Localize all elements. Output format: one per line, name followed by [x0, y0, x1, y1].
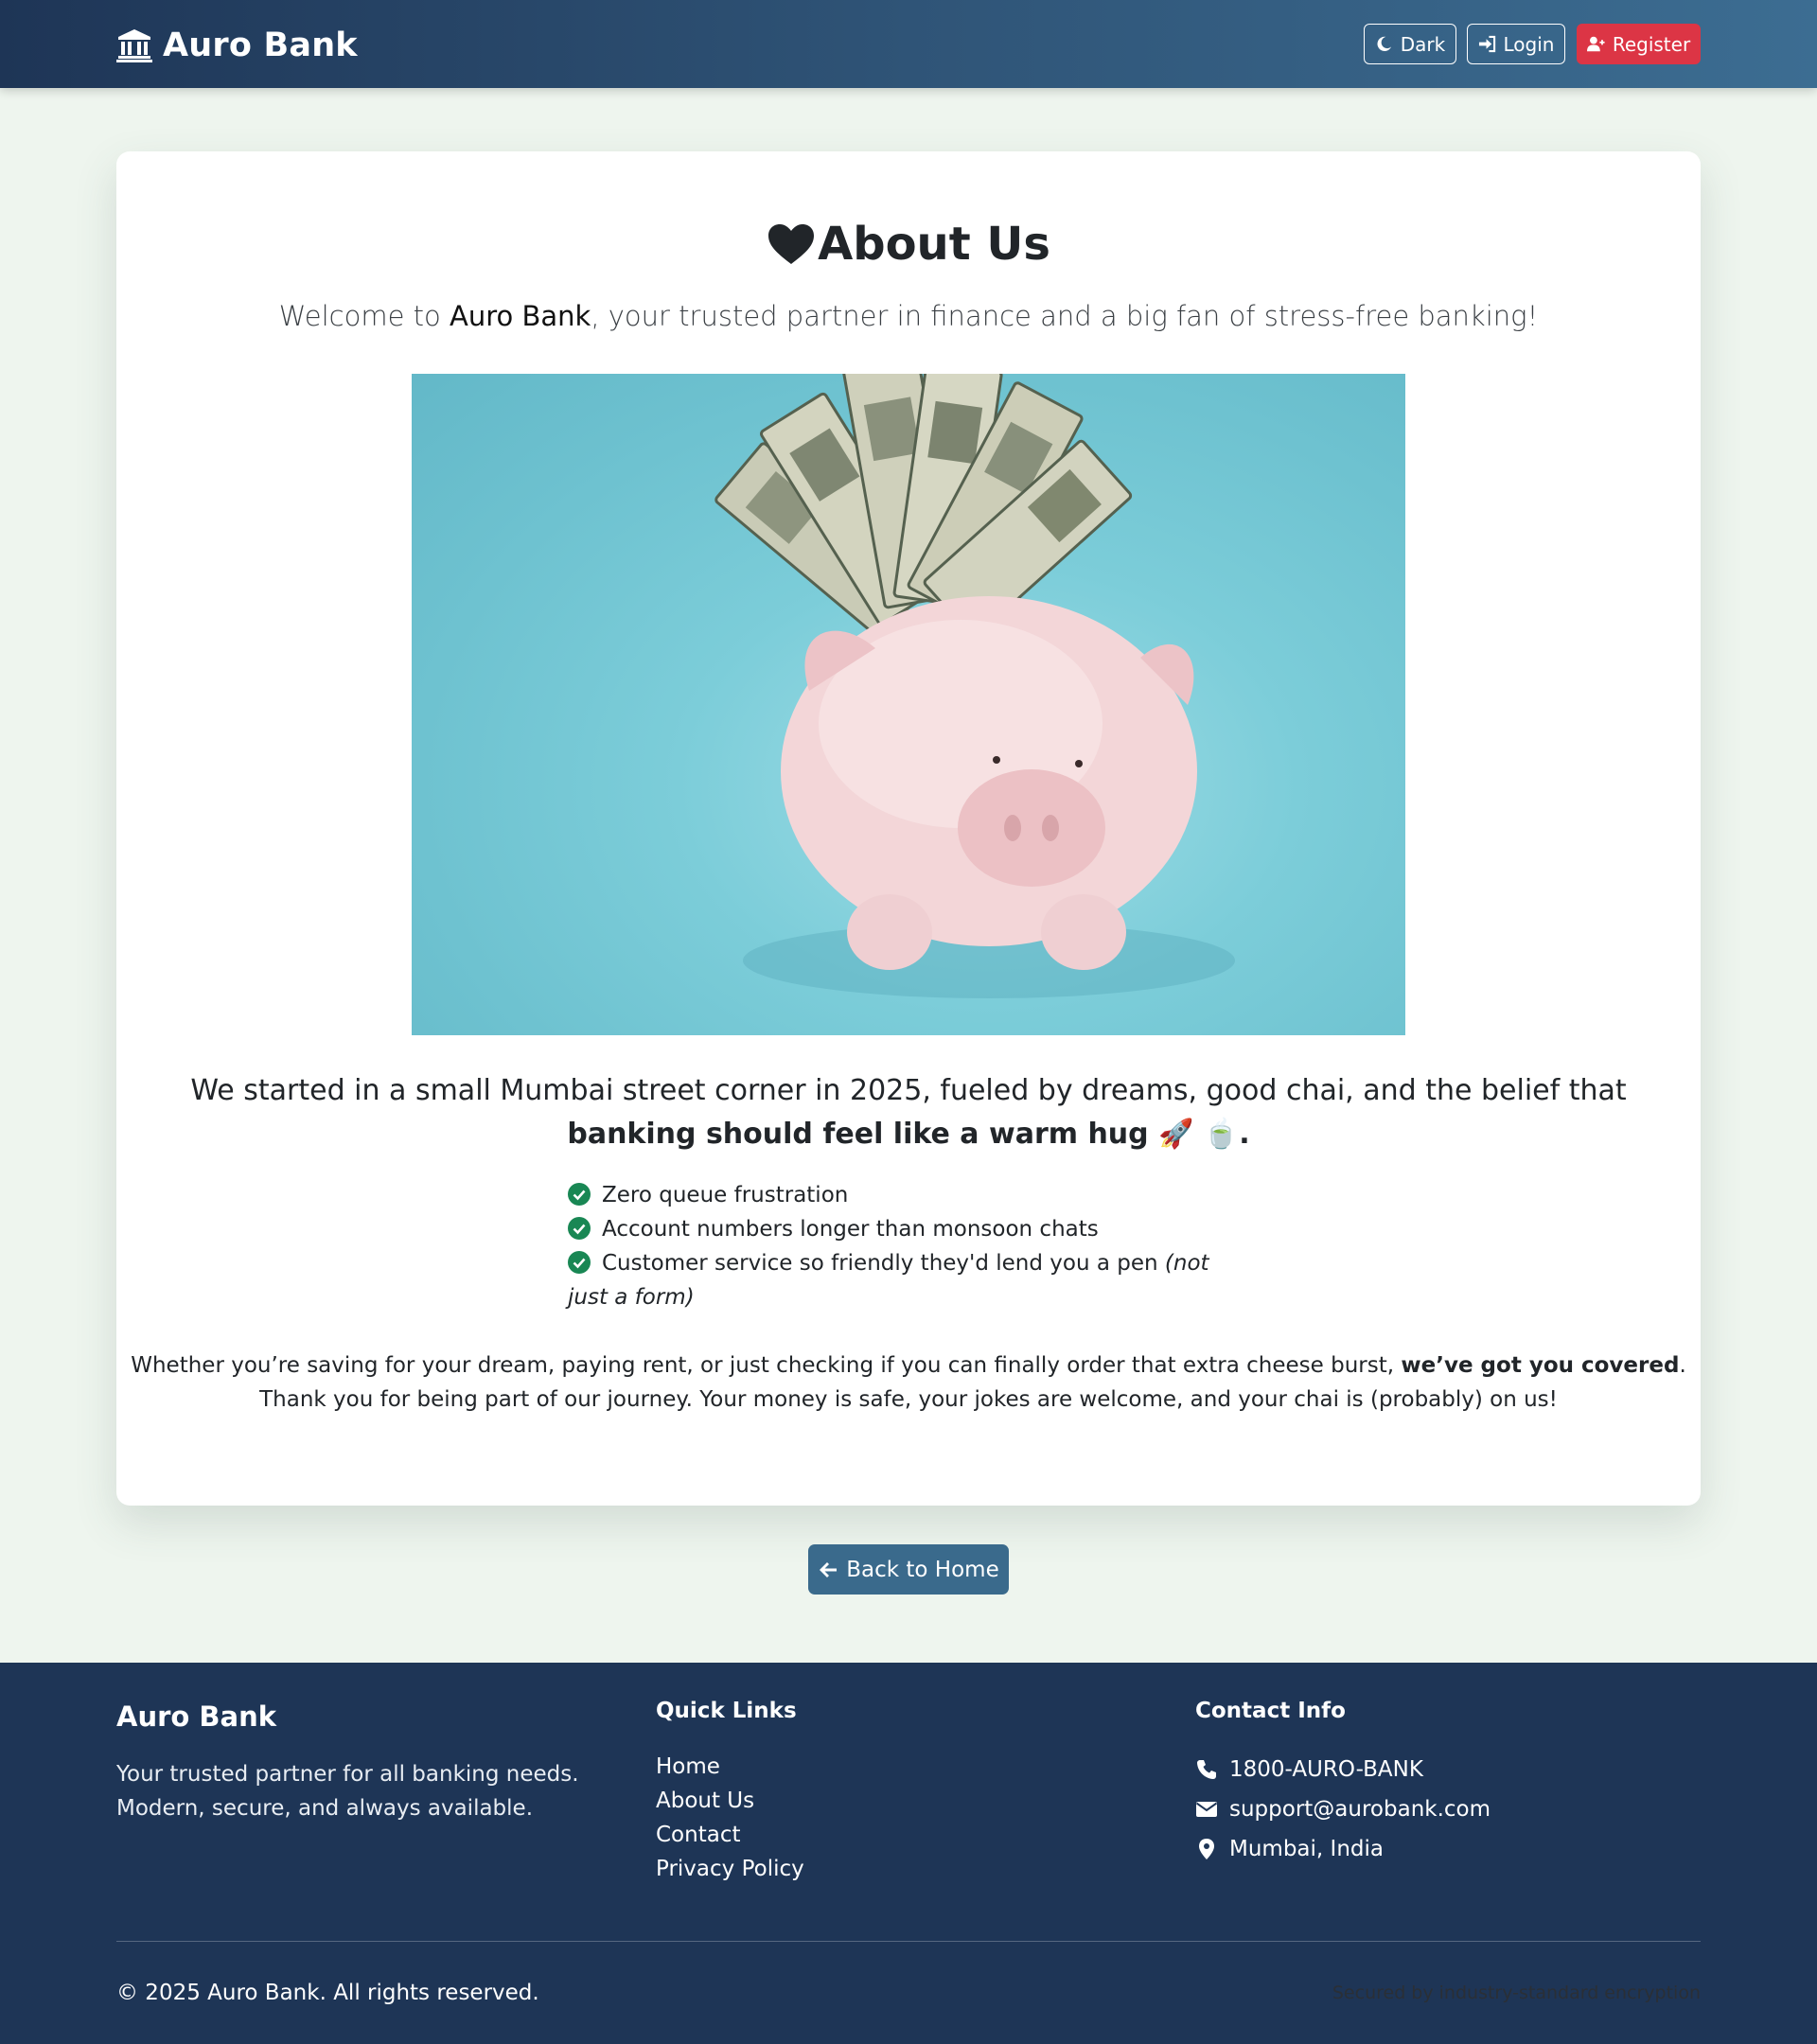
contact-location-text: Mumbai, India	[1229, 1837, 1384, 1861]
footer-link-contact[interactable]: Contact	[656, 1818, 804, 1852]
login-label: Login	[1503, 32, 1555, 56]
lead-bank-name: Auro Bank	[450, 300, 591, 332]
check-circle-icon	[568, 1251, 591, 1274]
story-text: We started in a small Mumbai street corn…	[190, 1074, 1627, 1107]
contact-email: support@aurobank.com	[1195, 1789, 1491, 1829]
page-title-text: About Us	[818, 218, 1050, 271]
footer-description-line: Your trusted partner for all banking nee…	[116, 1762, 579, 1787]
story-highlight: banking should feel like a warm hug 🚀 🍵.	[567, 1118, 1250, 1151]
brand-name: Auro Bank	[163, 26, 358, 64]
heart-icon	[768, 224, 815, 264]
feature-text: Zero queue frustration	[602, 1183, 849, 1207]
footer-brand: Auro Bank	[116, 1700, 277, 1733]
closing-highlight: we’ve got you covered	[1401, 1353, 1680, 1378]
contact-location: Mumbai, India	[1195, 1829, 1491, 1869]
footer-description-line: Modern, secure, and always available.	[116, 1796, 533, 1821]
piggy-bank-illustration	[714, 374, 1235, 998]
back-to-home-button[interactable]: Back to Home	[808, 1544, 1009, 1595]
copyright-text: © 2025 Auro Bank. All rights reserved.	[116, 1981, 539, 2005]
footer-link-home[interactable]: Home	[656, 1750, 804, 1784]
page-title: About Us	[0, 218, 1817, 271]
footer-link-privacy[interactable]: Privacy Policy	[656, 1852, 804, 1886]
quick-links-heading: Quick Links	[656, 1699, 797, 1723]
dark-mode-button[interactable]: Dark	[1364, 24, 1456, 64]
piggy-bank-image	[412, 374, 1405, 1035]
navbar: Auro Bank Dark Login Register	[0, 0, 1817, 88]
quick-links-list: Home About Us Contact Privacy Policy	[656, 1750, 804, 1886]
footer-description: Your trusted partner for all banking nee…	[116, 1757, 609, 1825]
list-item: Customer service so friendly they'd lend…	[568, 1246, 1230, 1314]
contact-email-text: support@aurobank.com	[1229, 1797, 1491, 1822]
bank-icon	[116, 29, 152, 62]
contact-phone: 1800-AURO-BANK	[1195, 1750, 1491, 1789]
footer-divider	[116, 1941, 1701, 1942]
closing-text: Whether you’re saving for your dream, pa…	[131, 1353, 1402, 1378]
origin-story: We started in a small Mumbai street corn…	[132, 1069, 1685, 1156]
lead-prefix: Welcome to	[278, 300, 450, 332]
contact-phone-text: 1800-AURO-BANK	[1229, 1757, 1423, 1782]
closing-paragraph: Whether you’re saving for your dream, pa…	[116, 1348, 1701, 1417]
moon-icon	[1377, 36, 1391, 51]
check-circle-icon	[568, 1217, 591, 1240]
feature-text: Customer service so friendly they'd lend…	[602, 1251, 1165, 1276]
contact-info-heading: Contact Info	[1195, 1699, 1346, 1723]
user-plus-icon	[1586, 36, 1605, 52]
security-note: Secured by industry-standard encryption	[1332, 1982, 1701, 2003]
closing-period: .	[1679, 1353, 1686, 1378]
list-item: Zero queue frustration	[568, 1178, 1230, 1212]
features-list: Zero queue frustration Account numbers l…	[568, 1178, 1230, 1314]
welcome-lead: Welcome to Auro Bank, your trusted partn…	[0, 300, 1817, 332]
footer-link-about[interactable]: About Us	[656, 1784, 804, 1818]
lead-suffix: , your trusted partner in finance and a …	[591, 300, 1539, 332]
register-button[interactable]: Register	[1577, 24, 1701, 64]
sign-in-icon	[1478, 35, 1495, 53]
phone-icon	[1197, 1760, 1216, 1779]
dark-mode-label: Dark	[1400, 32, 1446, 56]
register-label: Register	[1612, 32, 1691, 56]
list-item: Account numbers longer than monsoon chat…	[568, 1212, 1230, 1246]
arrow-left-icon	[820, 1561, 838, 1577]
login-button[interactable]: Login	[1467, 24, 1565, 64]
contact-info-list: 1800-AURO-BANK support@aurobank.com Mumb…	[1195, 1750, 1491, 1869]
feature-text: Account numbers longer than monsoon chat…	[602, 1217, 1099, 1242]
brand-link[interactable]: Auro Bank	[115, 23, 358, 68]
back-to-home-label: Back to Home	[846, 1557, 999, 1582]
map-marker-icon	[1199, 1839, 1214, 1859]
closing-line-2: Thank you for being part of our journey.…	[259, 1387, 1558, 1412]
closing-line-1: Whether you’re saving for your dream, pa…	[116, 1348, 1701, 1383]
check-circle-icon	[568, 1183, 591, 1206]
envelope-icon	[1195, 1802, 1218, 1817]
